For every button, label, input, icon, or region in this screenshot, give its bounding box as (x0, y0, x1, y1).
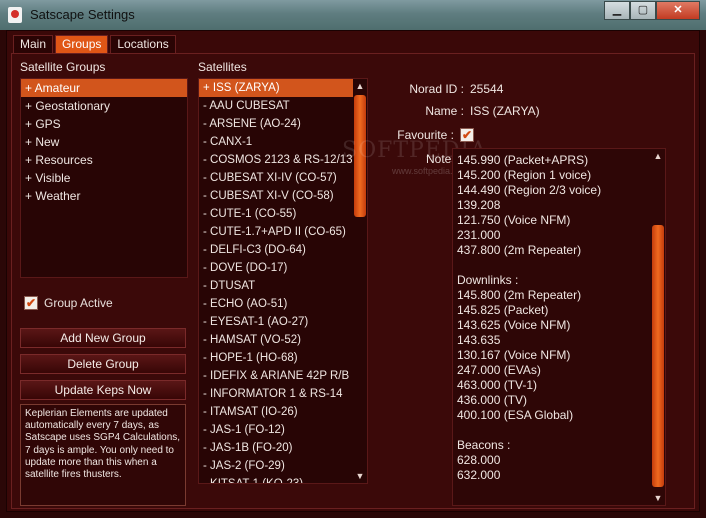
scroll-up-icon[interactable]: ▲ (353, 79, 367, 93)
satellite-item[interactable]: - CUTE-1.7+APD II (CO-65) (199, 223, 367, 241)
satellite-item[interactable]: - CUTE-1 (CO-55) (199, 205, 367, 223)
satellite-item[interactable]: - KITSAT-1 (KO-23) (199, 475, 367, 483)
note-line: 121.750 (Voice NFM) (457, 213, 571, 227)
group-item-visible[interactable]: + Visible (21, 169, 187, 187)
note-line: 145.825 (Packet) (457, 303, 549, 317)
note-line: 145.990 (Packet+APRS) (457, 153, 589, 167)
group-item-gps[interactable]: + GPS (21, 115, 187, 133)
note-line: 437.800 (2m Repeater) (457, 243, 582, 257)
window-title: Satscape Settings (30, 7, 135, 22)
scroll-down-icon[interactable]: ▼ (651, 491, 665, 505)
note-line: 130.167 (Voice NFM) (457, 348, 571, 362)
maximize-button[interactable]: ▢ (630, 1, 656, 20)
name-value: ISS (ZARYA) (470, 104, 540, 118)
scroll-up-icon[interactable]: ▲ (651, 149, 665, 163)
satellite-item[interactable]: - DELFI-C3 (DO-64) (199, 241, 367, 259)
group-item-amateur[interactable]: + Amateur (21, 79, 187, 97)
group-active-row: ✔ Group Active (24, 296, 113, 310)
satellite-item[interactable]: - DOVE (DO-17) (199, 259, 367, 277)
satellite-item[interactable]: - JAS-1B (FO-20) (199, 439, 367, 457)
satellite-item[interactable]: - HOPE-1 (HO-68) (199, 349, 367, 367)
note-line: 145.800 (2m Repeater) (457, 288, 582, 302)
groups-panel: Satellite Groups + Amateur + Geostationa… (11, 53, 695, 509)
note-line: 139.208 (457, 198, 501, 212)
note-line: Downlinks : (457, 273, 519, 287)
scroll-down-icon[interactable]: ▼ (353, 469, 367, 483)
settings-frame: Main Groups Locations Satellite Groups +… (6, 30, 700, 512)
satellite-item[interactable]: - INFORMATOR 1 & RS-14 (199, 385, 367, 403)
favourite-label: Favourite : (397, 128, 454, 142)
norad-id-value: 25544 (470, 82, 504, 96)
satellite-item[interactable]: - JAS-2 (FO-29) (199, 457, 367, 475)
satellite-item[interactable]: - EYESAT-1 (AO-27) (199, 313, 367, 331)
notes-textarea[interactable]: 145.990 (Packet+APRS) 145.200 (Region 1 … (452, 148, 666, 506)
note-line: 145.200 (Region 1 voice) (457, 168, 592, 182)
delete-group-button[interactable]: Delete Group (20, 354, 186, 374)
java-app-icon (8, 7, 22, 23)
tab-bar: Main Groups Locations (13, 35, 178, 54)
group-active-checkbox[interactable]: ✔ (24, 296, 38, 310)
kepler-info-text: Keplerian Elements are updated automatic… (20, 404, 186, 506)
satellite-item[interactable]: - AAU CUBESAT (199, 97, 367, 115)
note-line: 231.000 (457, 228, 501, 242)
group-item-weather[interactable]: + Weather (21, 187, 187, 205)
name-label: Name : (425, 104, 464, 118)
satellites-heading: Satellites (198, 60, 247, 74)
note-line: 628.000 (457, 453, 501, 467)
minimize-button[interactable]: ▁ (604, 1, 630, 20)
satellite-item[interactable]: - ITAMSAT (IO-26) (199, 403, 367, 421)
group-active-label: Group Active (44, 296, 113, 310)
note-line: 143.625 (Voice NFM) (457, 318, 571, 332)
note-line (453, 258, 665, 273)
group-item-geostationary[interactable]: + Geostationary (21, 97, 187, 115)
satellite-item[interactable]: - ECHO (AO-51) (199, 295, 367, 313)
scroll-thumb[interactable] (652, 225, 664, 487)
satellite-item[interactable]: - CUBESAT XI-V (CO-58) (199, 187, 367, 205)
update-keps-button[interactable]: Update Keps Now (20, 380, 186, 400)
group-item-new[interactable]: + New (21, 133, 187, 151)
window-controls: ▁ ▢ ✕ (604, 1, 700, 20)
close-button[interactable]: ✕ (656, 1, 700, 20)
note-line: 632.000 (457, 468, 501, 482)
satellite-item[interactable]: - HAMSAT (VO-52) (199, 331, 367, 349)
note-line (453, 423, 665, 438)
tab-locations[interactable]: Locations (110, 35, 176, 54)
satellite-item[interactable]: - IDEFIX & ARIANE 42P R/B (199, 367, 367, 385)
note-line: 247.000 (EVAs) (457, 363, 541, 377)
satellite-item[interactable]: - CUBESAT XI-IV (CO-57) (199, 169, 367, 187)
notes-scrollbar[interactable]: ▲ ▼ (651, 149, 665, 505)
note-line: 144.490 (Region 2/3 voice) (457, 183, 602, 197)
title-bar[interactable]: Satscape Settings ▁ ▢ ✕ (0, 0, 706, 30)
favourite-checkbox[interactable]: ✔ (460, 128, 474, 142)
note-line: 400.100 (ESA Global) (457, 408, 574, 422)
tab-main[interactable]: Main (13, 35, 54, 54)
note-line: Beacons : (457, 438, 511, 452)
satellite-item[interactable]: - JAS-1 (FO-12) (199, 421, 367, 439)
note-line: 143.635 (457, 333, 501, 347)
note-line: 436.000 (TV) (457, 393, 528, 407)
group-item-resources[interactable]: + Resources (21, 151, 187, 169)
note-line: 463.000 (TV-1) (457, 378, 538, 392)
satellite-item[interactable]: + ISS (ZARYA) (199, 79, 367, 97)
satellite-item[interactable]: - ARSENE (AO-24) (199, 115, 367, 133)
add-new-group-button[interactable]: Add New Group (20, 328, 186, 348)
tab-groups[interactable]: Groups (55, 35, 109, 54)
group-list: + Amateur + Geostationary + GPS + New + … (20, 78, 188, 278)
norad-id-label: Norad ID : (409, 82, 464, 96)
satellite-item[interactable]: - DTUSAT (199, 277, 367, 295)
satellite-groups-heading: Satellite Groups (20, 60, 106, 74)
